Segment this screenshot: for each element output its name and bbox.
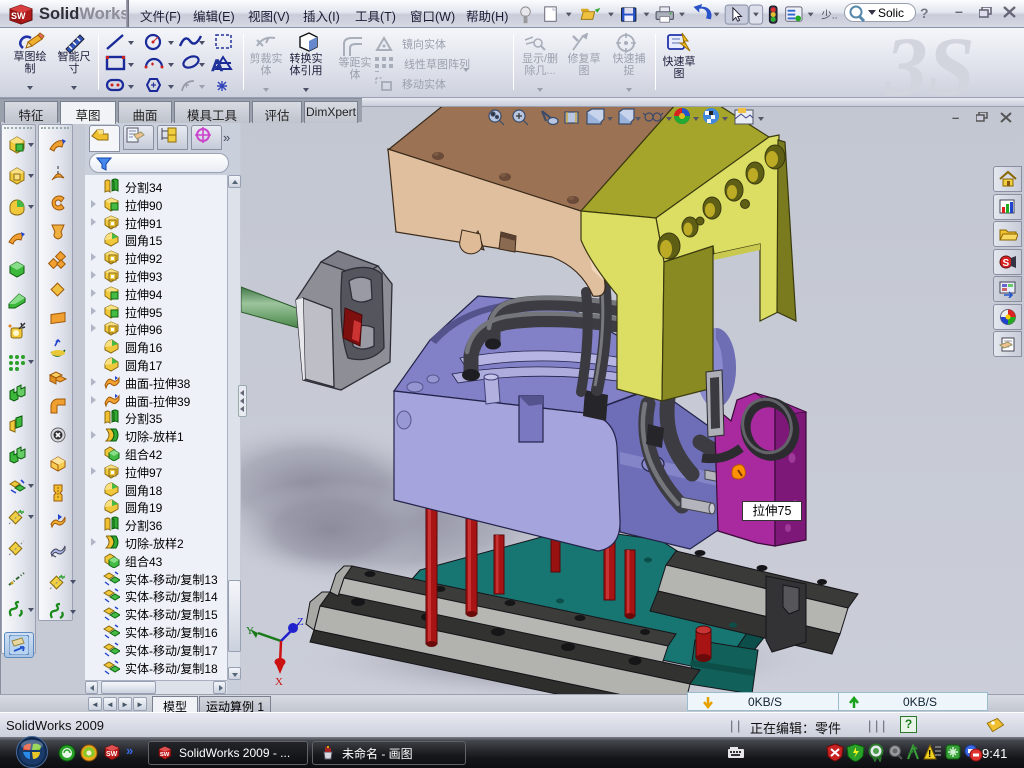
svg-text:SW: SW	[160, 752, 170, 758]
svg-text:S: S	[1003, 258, 1010, 269]
svg-text:X: X	[275, 676, 283, 688]
svg-text:!: !	[928, 749, 931, 760]
svg-text:Solic: Solic	[878, 6, 904, 20]
svg-text:少..: 少..	[821, 9, 837, 21]
svg-text:Z: Z	[297, 616, 304, 628]
svg-text:SW: SW	[106, 751, 118, 758]
svg-text:Y: Y	[246, 625, 254, 637]
